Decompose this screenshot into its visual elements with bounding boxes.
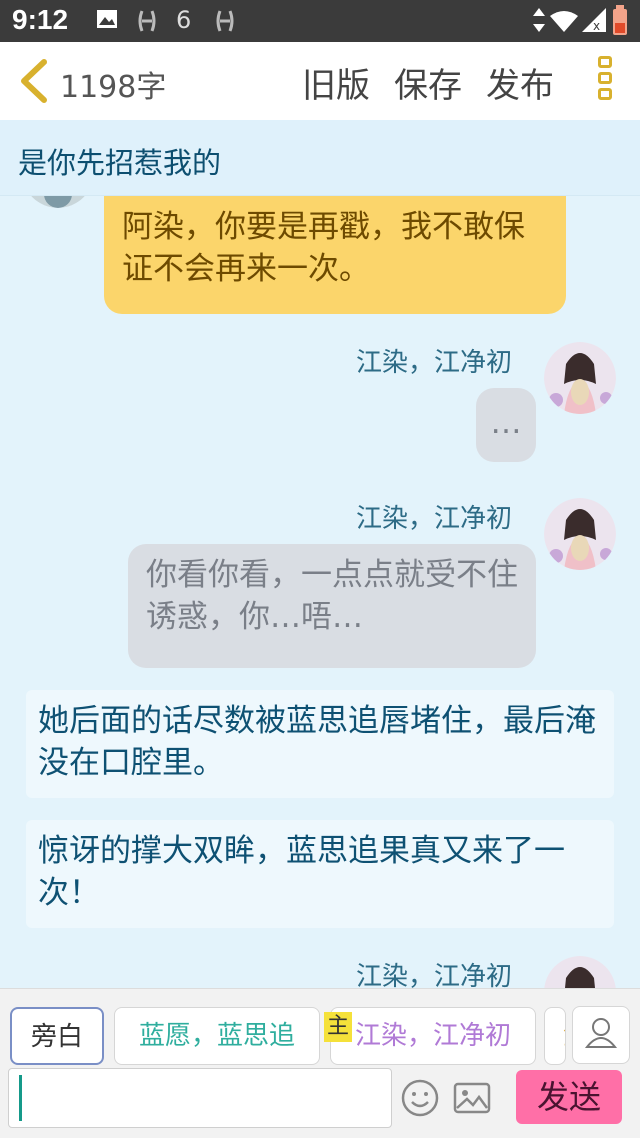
character-avatar[interactable] bbox=[544, 956, 616, 988]
image-icon[interactable] bbox=[452, 1078, 492, 1118]
message-input[interactable] bbox=[8, 1068, 392, 1128]
character-avatar[interactable] bbox=[22, 196, 94, 208]
character-avatar[interactable] bbox=[544, 498, 616, 570]
add-role-button[interactable] bbox=[572, 1006, 630, 1064]
wifi-icon bbox=[550, 11, 578, 32]
character-avatar[interactable] bbox=[544, 342, 616, 414]
main-role-badge: 主 bbox=[324, 1012, 352, 1042]
send-button[interactable]: 发送 bbox=[516, 1070, 622, 1124]
speaker-name: 江染，江净初 bbox=[356, 348, 513, 378]
word-count: 1198字 bbox=[60, 70, 167, 105]
data-arrows-icon bbox=[533, 8, 545, 32]
message-bubble[interactable]: … bbox=[476, 388, 536, 462]
number-icon: 6 bbox=[176, 6, 192, 34]
message-bubble[interactable]: 你看你看，一点点就受不住诱惑，你…唔… bbox=[128, 544, 536, 668]
emoji-icon[interactable] bbox=[400, 1078, 440, 1118]
narration-block[interactable]: 她后面的话尽数被蓝思追唇堵住，最后淹没在口腔里。 bbox=[26, 690, 614, 798]
narration-block[interactable]: 惊讶的撑大双眸，蓝思追果真又来了一次！ bbox=[26, 820, 614, 928]
status-bar: 9:12 6 x bbox=[0, 0, 640, 42]
input-bar: 发送 bbox=[0, 1068, 640, 1138]
role-selector-bar: 旁白 蓝愿，蓝思追 江染，江净初 金 bbox=[0, 988, 640, 1068]
text-caret bbox=[19, 1075, 22, 1121]
story-title-bar[interactable]: 是你先招惹我的 bbox=[0, 120, 640, 196]
signal-icon: x bbox=[582, 8, 606, 32]
chevron-left-icon[interactable] bbox=[16, 58, 52, 104]
app-icon bbox=[138, 10, 156, 32]
image-icon bbox=[97, 10, 117, 28]
speaker-name: 江染，江净初 bbox=[356, 962, 513, 988]
svg-text:x: x bbox=[593, 19, 600, 32]
role-chip-lan-sizhui[interactable]: 蓝愿，蓝思追 bbox=[114, 1007, 320, 1065]
more-vertical-icon[interactable] bbox=[594, 56, 616, 108]
battery-icon bbox=[613, 5, 627, 35]
editor-toolbar: 1198字 旧版 保存 发布 bbox=[0, 42, 640, 120]
role-chip-jiang-jingchu[interactable]: 江染，江净初 bbox=[330, 1007, 536, 1065]
message-bubble[interactable]: 阿染，你要是再戳，我不敢保证不会再来一次。 bbox=[104, 196, 566, 314]
chat-area[interactable]: 阿染，你要是再戳，我不敢保证不会再来一次。 江染，江净初 … 江染，江净初 你看… bbox=[0, 196, 640, 988]
role-chip-narrator[interactable]: 旁白 bbox=[10, 1007, 104, 1065]
role-chip-partial[interactable]: 金 bbox=[544, 1007, 566, 1065]
story-title: 是你先招惹我的 bbox=[18, 146, 222, 180]
speaker-name: 江染，江净初 bbox=[356, 504, 513, 534]
publish-button[interactable]: 发布 bbox=[486, 58, 554, 107]
app-icon bbox=[216, 10, 234, 32]
status-time: 9:12 bbox=[12, 4, 69, 35]
save-button[interactable]: 保存 bbox=[394, 58, 462, 107]
old-version-button[interactable]: 旧版 bbox=[302, 58, 370, 107]
user-icon bbox=[584, 1018, 618, 1048]
